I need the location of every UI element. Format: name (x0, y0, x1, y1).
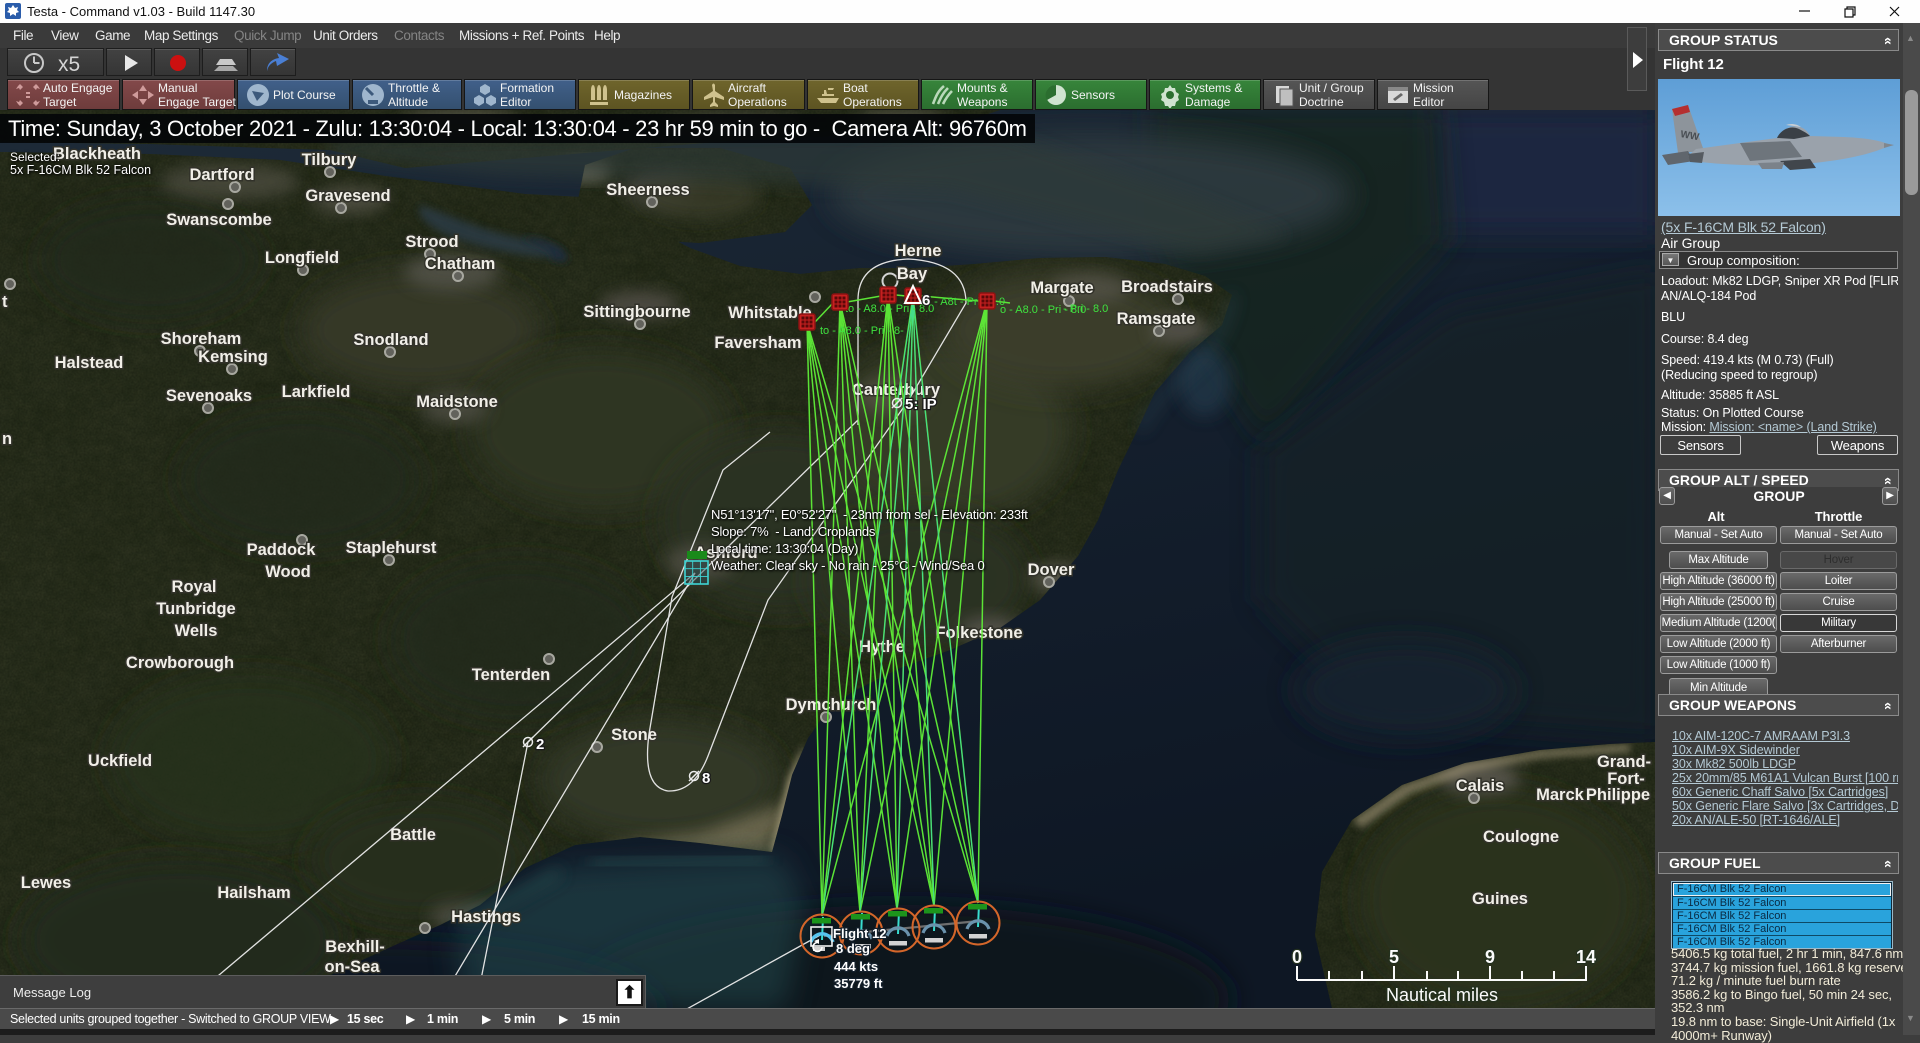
svg-text:Philippe: Philippe (1586, 786, 1650, 804)
svg-text:8: 8 (702, 770, 710, 787)
svg-text:Calais: Calais (1456, 777, 1505, 795)
svg-text:Hailsham: Hailsham (217, 884, 290, 902)
svg-text:to - A8.0 - Pri - 8-: to - A8.0 - Pri - 8- (820, 325, 904, 337)
svg-text:Coulogne: Coulogne (1483, 828, 1559, 846)
svg-text:Battle: Battle (390, 826, 436, 844)
svg-text:Tenterden: Tenterden (472, 666, 551, 684)
svg-text:Paddock: Paddock (247, 541, 317, 559)
svg-text:Maidstone: Maidstone (416, 393, 498, 411)
svg-text:n: n (2, 430, 12, 448)
svg-text:Swanscombe: Swanscombe (166, 211, 271, 229)
svg-text:8 deg: 8 deg (836, 941, 870, 956)
svg-text:Dover: Dover (1028, 561, 1075, 579)
svg-text:0: 0 (1292, 947, 1302, 967)
svg-text:t: t (2, 293, 8, 311)
svg-text:Blackheath: Blackheath (53, 145, 141, 163)
svg-text:- Pri - 8.0: - Pri - 8.0 (1063, 303, 1108, 315)
svg-text:Herne: Herne (895, 242, 942, 260)
svg-text:Snodland: Snodland (353, 331, 428, 349)
svg-text:Marck: Marck (1536, 786, 1585, 804)
svg-text:Dymchurch: Dymchurch (786, 696, 877, 714)
svg-text:Wells: Wells (175, 622, 218, 640)
svg-text:x5: x5 (58, 53, 80, 76)
svg-text:Gravesend: Gravesend (305, 187, 390, 205)
svg-text:9: 9 (1485, 947, 1495, 967)
svg-text:444 kts: 444 kts (834, 959, 878, 974)
svg-text:Lewes: Lewes (21, 874, 71, 892)
svg-text:Uckfield: Uckfield (88, 752, 152, 770)
svg-text:Flight 12: Flight 12 (833, 926, 886, 941)
svg-text:Broadstairs: Broadstairs (1121, 278, 1213, 296)
svg-text:Bay: Bay (897, 265, 928, 283)
svg-text:Kemsing: Kemsing (198, 348, 268, 366)
svg-text:Dartford: Dartford (189, 166, 254, 184)
svg-text:Halstead: Halstead (55, 354, 124, 372)
svg-text:Chatham: Chatham (425, 255, 496, 273)
svg-text:Sheerness: Sheerness (606, 181, 689, 199)
svg-text:Shoreham: Shoreham (161, 330, 242, 348)
svg-text:Crowborough: Crowborough (126, 654, 234, 672)
svg-text:Ramsgate: Ramsgate (1117, 310, 1196, 328)
svg-text:Nautical miles: Nautical miles (1386, 985, 1498, 1005)
svg-text:14: 14 (1576, 947, 1596, 967)
svg-text:Royal: Royal (172, 578, 217, 596)
svg-text:5: IP: 5: IP (905, 396, 937, 413)
svg-text:5: 5 (1389, 947, 1399, 967)
svg-text:Tilbury: Tilbury (302, 151, 358, 169)
svg-text:6: 6 (922, 292, 930, 309)
svg-text:2: 2 (536, 736, 544, 753)
svg-text:Sevenoaks: Sevenoaks (166, 387, 252, 405)
svg-text:Strood: Strood (405, 233, 458, 251)
svg-text:on-Sea: on-Sea (324, 958, 380, 976)
svg-text:Margate: Margate (1030, 279, 1093, 297)
svg-text:Bexhill-: Bexhill- (325, 938, 385, 956)
svg-text:35779 ft: 35779 ft (834, 976, 883, 991)
svg-text:Longfield: Longfield (265, 249, 339, 267)
svg-text:to - A8.0 - Pri - 8.0: to - A8.0 - Pri - 8.0 (845, 303, 934, 315)
svg-text:Faversham: Faversham (714, 334, 801, 352)
svg-text:Sittingbourne: Sittingbourne (583, 303, 690, 321)
svg-text:Guines: Guines (1472, 890, 1528, 908)
svg-text:Grand-: Grand- (1597, 753, 1651, 771)
svg-text:Larkfield: Larkfield (282, 383, 351, 401)
svg-text:Staplehurst: Staplehurst (346, 539, 437, 557)
svg-text:Tunbridge: Tunbridge (156, 600, 235, 618)
svg-text:Wood: Wood (265, 563, 311, 581)
